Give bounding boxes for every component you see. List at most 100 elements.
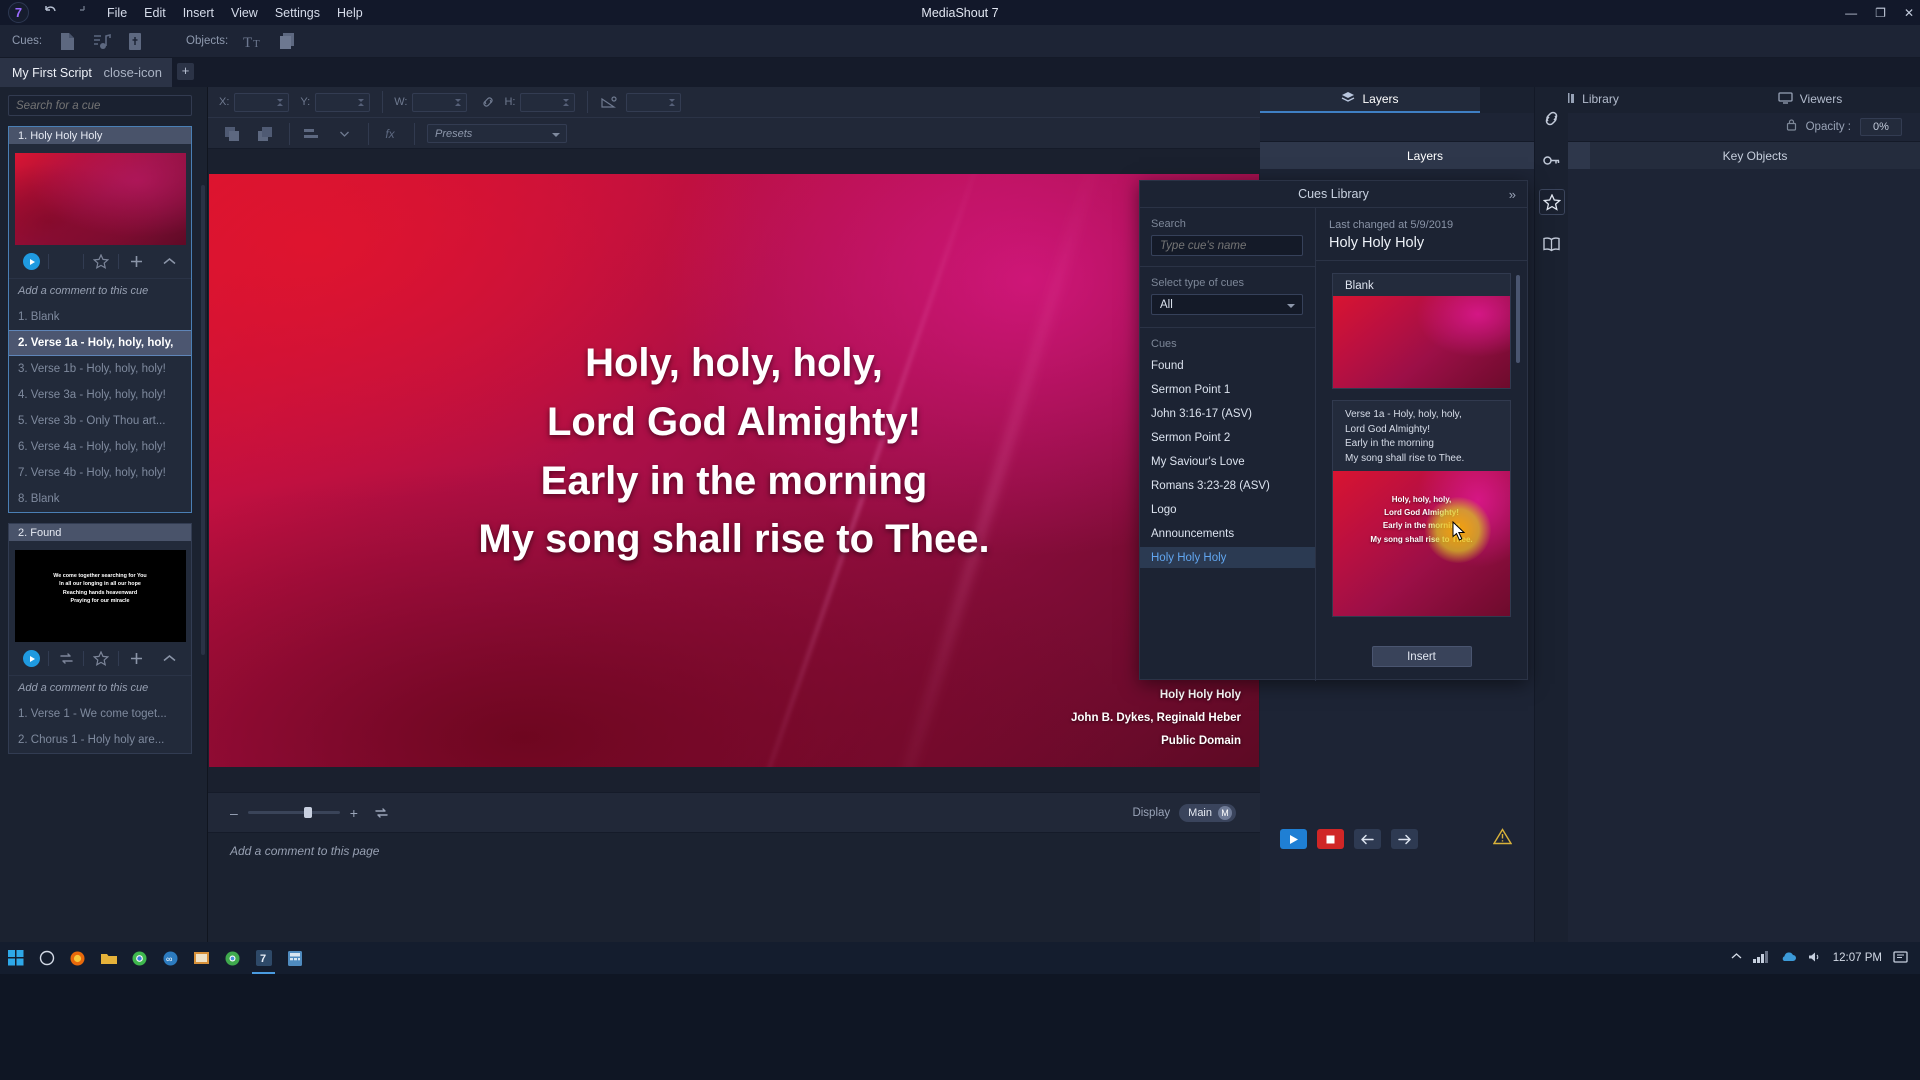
display-selector[interactable]: Display Main M [1132, 804, 1236, 822]
song-cue-icon[interactable] [88, 28, 114, 54]
library-slide-card[interactable]: Verse 1a - Holy, holy, holy, Lord God Al… [1332, 400, 1511, 617]
library-slide-card[interactable]: Blank [1332, 273, 1511, 389]
cue-comment-field[interactable]: Add a comment to this cue [9, 278, 191, 304]
subtab-key-objects[interactable]: Key Objects [1590, 142, 1920, 169]
cue-item[interactable]: 8. Blank [9, 486, 191, 512]
document-cue-icon[interactable] [54, 28, 80, 54]
scripture-cue-icon[interactable] [122, 28, 148, 54]
slide-lyrics[interactable]: Holy, holy, holy, Lord God Almighty! Ear… [209, 334, 1259, 569]
firefox-icon[interactable] [62, 942, 93, 974]
tab-library[interactable]: Library [1480, 87, 1700, 113]
onedrive-icon[interactable] [1780, 951, 1797, 966]
cue-item[interactable]: 1. Verse 1 - We come toget... [9, 701, 191, 727]
library-cue-item[interactable]: My Saviour's Love [1140, 451, 1315, 472]
cue-group-header[interactable]: 1. Holy Holy Holy [9, 127, 191, 144]
loop-icon[interactable] [52, 645, 80, 673]
zoom-in-button[interactable]: + [350, 805, 358, 821]
sidebar-scrollbar[interactable] [201, 185, 205, 655]
display-pill[interactable]: Main M [1179, 804, 1236, 822]
cue-item[interactable]: 3. Verse 1b - Holy, holy, holy! [9, 356, 191, 382]
presets-select[interactable]: Presets [427, 124, 567, 143]
library-cue-item[interactable]: Romans 3:23-28 (ASV) [1140, 475, 1315, 496]
library-cue-item[interactable]: Logo [1140, 499, 1315, 520]
rotation-input[interactable] [626, 93, 681, 112]
stop-icon[interactable] [1317, 829, 1344, 849]
insert-button[interactable]: Insert [1372, 646, 1472, 667]
warning-icon[interactable] [1493, 828, 1512, 850]
library-cue-item-selected[interactable]: Holy Holy Holy [1140, 547, 1315, 568]
slide-list-scrollbar[interactable] [1516, 275, 1520, 363]
copy-icon[interactable] [220, 122, 244, 146]
cue-item[interactable]: 4. Verse 3a - Holy, holy, holy! [9, 382, 191, 408]
dropdown-chevron-icon[interactable] [332, 122, 356, 146]
menu-insert[interactable]: Insert [183, 6, 214, 20]
library-cue-item[interactable]: Announcements [1140, 523, 1315, 544]
play-icon[interactable] [1280, 829, 1307, 849]
chevron-up-icon[interactable] [1731, 952, 1742, 964]
add-script-tab-button[interactable]: + [177, 63, 194, 80]
cue-thumbnail[interactable]: We come together searching for You In al… [15, 550, 186, 642]
effects-icon[interactable]: fx [378, 122, 402, 146]
key-icon[interactable] [1539, 147, 1565, 173]
collapse-icon[interactable] [155, 248, 183, 276]
h-input[interactable] [520, 93, 575, 112]
notification-icon[interactable] [1893, 950, 1908, 967]
tab-layers[interactable]: Layers [1260, 87, 1480, 113]
chevron-right-icon[interactable]: » [1509, 187, 1516, 202]
cue-item[interactable]: 5. Verse 3b - Only Thou art... [9, 408, 191, 434]
cue-slide-list[interactable]: Blank Verse 1a - Holy, holy, holy, Lord … [1316, 261, 1527, 617]
cue-thumbnail[interactable] [15, 153, 186, 245]
slide-editor-canvas[interactable]: Holy, holy, holy, Lord God Almighty! Ear… [208, 149, 1260, 792]
cue-item-selected[interactable]: 2. Verse 1a - Holy, holy, holy, [9, 330, 191, 356]
windows-start-icon[interactable] [0, 942, 31, 974]
add-icon[interactable] [122, 248, 150, 276]
star-icon[interactable] [87, 645, 115, 673]
link-chain-icon[interactable] [1539, 105, 1565, 131]
clock-time[interactable]: 12:07 PM [1833, 952, 1882, 964]
volume-icon[interactable] [1808, 951, 1822, 966]
loop-icon[interactable] [52, 248, 80, 276]
paint-icon[interactable] [186, 942, 217, 974]
text-object-icon[interactable]: TT [240, 28, 266, 54]
network-icon[interactable] [1753, 951, 1769, 966]
chrome-colored-icon[interactable] [124, 942, 155, 974]
add-icon[interactable] [122, 645, 150, 673]
book-icon[interactable] [1539, 231, 1565, 257]
menu-edit[interactable]: Edit [144, 6, 166, 20]
fit-to-screen-icon[interactable] [374, 806, 389, 819]
script-tab[interactable]: My First Script close-icon [0, 58, 172, 87]
collapse-icon[interactable] [155, 645, 183, 673]
align-icon[interactable] [299, 122, 323, 146]
minimize-button[interactable]: — [1845, 6, 1857, 20]
lock-icon[interactable] [1786, 118, 1797, 136]
cue-item[interactable]: 7. Verse 4b - Holy, holy, holy! [9, 460, 191, 486]
tab-viewers[interactable]: Viewers [1700, 87, 1920, 113]
cue-comment-field[interactable]: Add a comment to this cue [9, 675, 191, 701]
cue-group-header[interactable]: 2. Found [9, 524, 191, 541]
previous-icon[interactable] [1354, 829, 1381, 849]
type-filter-select[interactable]: All [1151, 294, 1303, 315]
cue-item[interactable]: 2. Chorus 1 - Holy holy are... [9, 727, 191, 753]
maximize-button[interactable]: ❐ [1875, 6, 1886, 20]
close-button[interactable]: ✕ [1904, 6, 1914, 20]
menu-help[interactable]: Help [337, 6, 363, 20]
shape-object-icon[interactable] [274, 28, 300, 54]
zoom-out-button[interactable]: – [230, 805, 238, 821]
undo-icon[interactable] [43, 4, 58, 21]
w-input[interactable] [412, 93, 467, 112]
opacity-value[interactable]: 0% [1860, 118, 1902, 136]
close-icon[interactable]: close-icon [103, 65, 162, 80]
search-input[interactable] [8, 95, 192, 116]
mediashout-icon[interactable]: 7 [248, 942, 279, 974]
star-icon[interactable] [87, 248, 115, 276]
slide-preview[interactable]: Holy, holy, holy, Lord God Almighty! Ear… [209, 174, 1259, 767]
library-cue-item[interactable]: John 3:16-17 (ASV) [1140, 403, 1315, 424]
search-circle-icon[interactable] [31, 942, 62, 974]
cue-search-input[interactable] [1151, 235, 1303, 256]
page-comment-field[interactable]: Add a comment to this page [208, 832, 1260, 868]
cue-item[interactable]: 1. Blank [9, 304, 191, 330]
library-cue-item[interactable]: Sermon Point 1 [1140, 379, 1315, 400]
play-icon[interactable] [17, 645, 45, 673]
x-input[interactable] [234, 93, 289, 112]
browser-icon[interactable] [217, 942, 248, 974]
